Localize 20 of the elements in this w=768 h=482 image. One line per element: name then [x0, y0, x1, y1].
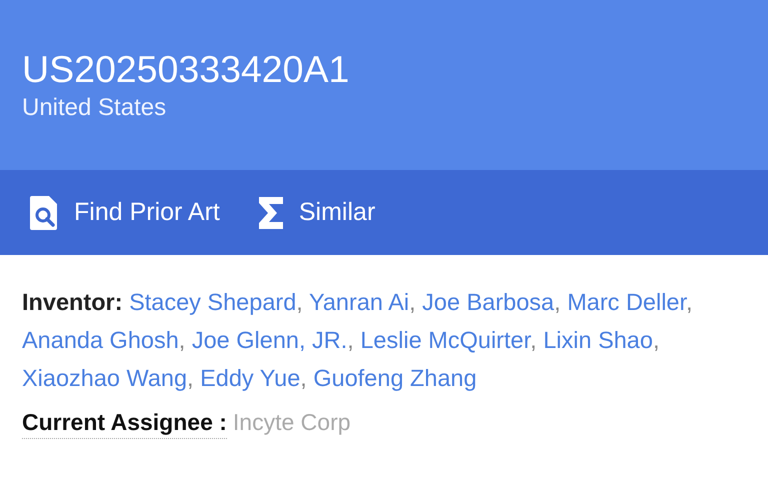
patent-number: US20250333420A1 [22, 48, 350, 90]
inventor-list: Inventor: Stacey Shepard, Yanran Ai, Joe Barbosa, Marc Deller, Ananda Ghosh, Joe Glenn, JR., Leslie McQuirter, Lixin Shao, Xiaozhao Wang, Eddy Yue, Guofeng Zhang [22, 283, 762, 397]
inventor-link[interactable]: Joe Barbosa [422, 289, 554, 315]
assignee-label: Current Assignee : [22, 409, 227, 439]
inventor-link[interactable]: Ananda Ghosh [22, 327, 179, 353]
inventor-link[interactable]: Xiaozhao Wang [22, 365, 188, 391]
country: United States [22, 94, 168, 122]
sigma-icon [258, 196, 284, 228]
inventor-link[interactable]: Yanran Ai [308, 289, 410, 315]
document-search-icon [29, 196, 59, 230]
assignee-name: Incyte Corp [232, 409, 351, 435]
inventor-link[interactable]: Stacey Shepard [129, 289, 296, 315]
inventor-link[interactable]: Leslie McQuirter [360, 327, 530, 353]
inventor-link[interactable]: Joe Glenn, JR. [192, 327, 348, 353]
inventor-link[interactable]: Lixin Shao [543, 327, 653, 353]
inventor-link[interactable]: Eddy Yue [200, 365, 300, 391]
similar-button[interactable]: Similar [248, 190, 386, 234]
inventor-link[interactable]: Guofeng Zhang [313, 365, 477, 391]
find-prior-art-button[interactable]: Find Prior Art [19, 190, 230, 236]
inventor-link[interactable]: Marc Deller [567, 289, 686, 315]
